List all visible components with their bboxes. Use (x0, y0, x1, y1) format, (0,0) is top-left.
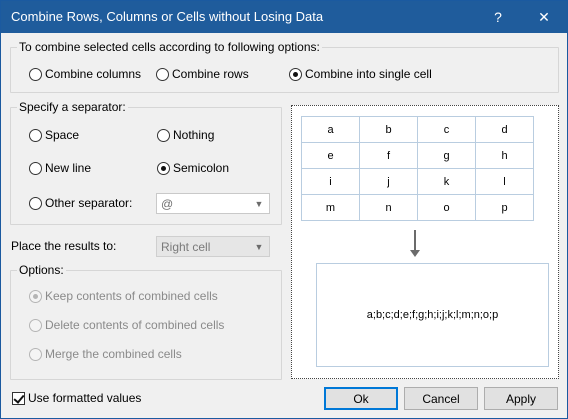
radio-indicator (29, 347, 42, 361)
ok-button[interactable]: Ok (324, 387, 398, 410)
radio-combine-columns[interactable]: Combine columns (29, 67, 141, 81)
radio-merge-cells[interactable]: Merge the combined cells (29, 347, 182, 361)
radio-combine-rows[interactable]: Combine rows (156, 67, 249, 81)
radio-label: Combine columns (45, 67, 142, 81)
radio-label: Combine into single cell (305, 67, 432, 81)
other-separator-value: @ (161, 196, 174, 211)
options-legend: Options: (17, 263, 66, 277)
apply-button[interactable]: Apply (484, 387, 558, 410)
radio-indicator (29, 289, 42, 303)
title-bar[interactable]: Combine Rows, Columns or Cells without L… (1, 1, 567, 33)
radio-indicator (29, 161, 42, 175)
close-button[interactable]: ✕ (521, 1, 567, 33)
preview-grid: a b c d e f g h i j k l m n o p (301, 116, 534, 221)
table-row: e f g h (301, 142, 534, 169)
checkbox-indicator (12, 391, 25, 405)
radio-delete-contents[interactable]: Delete contents of combined cells (29, 318, 224, 332)
radio-indicator (289, 67, 302, 81)
radio-label: Other separator: (45, 196, 133, 210)
preview-cell: o (417, 194, 476, 221)
preview-cell: k (417, 168, 476, 195)
radio-indicator (29, 196, 42, 210)
preview-result-text: a;b;c;d;e;f;g;h;i;j;k;l;m;n;o;p (366, 309, 499, 321)
preview-cell: d (475, 116, 534, 143)
radio-combine-single-cell[interactable]: Combine into single cell (289, 67, 432, 81)
radio-label: Space (45, 128, 80, 142)
window-title: Combine Rows, Columns or Cells without L… (11, 9, 324, 24)
combine-options-legend: To combine selected cells according to f… (17, 40, 322, 54)
checkbox-label: Use formatted values (28, 391, 142, 405)
radio-label: Semicolon (173, 161, 230, 175)
dialog-window: Combine Rows, Columns or Cells without L… (0, 0, 568, 419)
use-formatted-values-checkbox[interactable]: Use formatted values (12, 391, 141, 405)
place-results-label: Place the results to: (11, 239, 117, 253)
radio-indicator (157, 161, 170, 175)
arrow-down-icon (410, 230, 420, 257)
place-results-combo[interactable]: Right cell ▼ (156, 236, 270, 257)
table-row: m n o p (301, 194, 534, 221)
preview-cell: g (417, 142, 476, 169)
cancel-button[interactable]: Cancel (404, 387, 478, 410)
radio-indicator (29, 318, 42, 332)
preview-cell: i (301, 168, 360, 195)
radio-indicator (157, 128, 170, 142)
preview-cell: n (359, 194, 418, 221)
radio-indicator (156, 67, 169, 81)
radio-indicator (29, 67, 42, 81)
preview-cell: p (475, 194, 534, 221)
preview-cell: b (359, 116, 418, 143)
preview-cell: e (301, 142, 360, 169)
place-results-value: Right cell (161, 239, 211, 254)
radio-separator-space[interactable]: Space (29, 128, 79, 142)
radio-label: Merge the combined cells (45, 347, 182, 361)
radio-separator-semicolon[interactable]: Semicolon (157, 161, 229, 175)
radio-separator-other[interactable]: Other separator: (29, 196, 132, 210)
separator-group: Specify a separator: Space Nothing New l… (10, 100, 282, 225)
preview-cell: a (301, 116, 360, 143)
radio-separator-nothing[interactable]: Nothing (157, 128, 214, 142)
combine-options-group: To combine selected cells according to f… (10, 40, 559, 93)
preview-cell: j (359, 168, 418, 195)
radio-label: Delete contents of combined cells (45, 318, 225, 332)
preview-cell: h (475, 142, 534, 169)
preview-cell: m (301, 194, 360, 221)
chevron-down-icon[interactable]: ▼ (252, 239, 266, 255)
radio-separator-new-line[interactable]: New line (29, 161, 91, 175)
radio-label: Keep contents of combined cells (45, 289, 218, 303)
help-button[interactable]: ? (475, 1, 521, 33)
preview-cell: l (475, 168, 534, 195)
chevron-down-icon[interactable]: ▼ (252, 196, 266, 212)
options-group: Options: Keep contents of combined cells… (10, 263, 282, 380)
table-row: i j k l (301, 168, 534, 195)
separator-legend: Specify a separator: (17, 100, 128, 114)
preview-cell: c (417, 116, 476, 143)
preview-cell: f (359, 142, 418, 169)
table-row: a b c d (301, 116, 534, 143)
radio-indicator (29, 128, 42, 142)
other-separator-combo[interactable]: @ ▼ (156, 193, 270, 214)
radio-label: Nothing (173, 128, 215, 142)
radio-label: Combine rows (172, 67, 249, 81)
preview-result: a;b;c;d;e;f;g;h;i;j;k;l;m;n;o;p (316, 263, 549, 367)
preview-panel: a b c d e f g h i j k l m n o p a;b;c;d;… (291, 105, 559, 379)
radio-keep-contents[interactable]: Keep contents of combined cells (29, 289, 218, 303)
radio-label: New line (45, 161, 92, 175)
